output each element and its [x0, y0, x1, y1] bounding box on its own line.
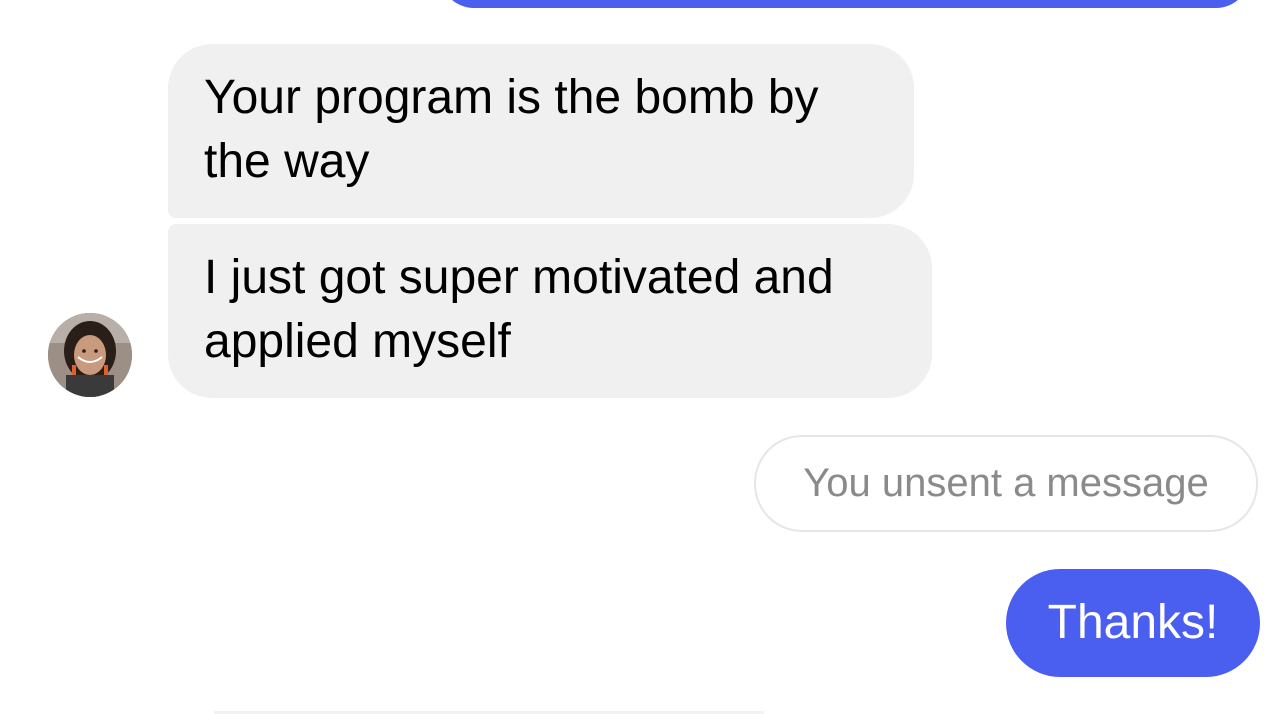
chat-thread: Your program is the bomb by the way I ju… [0, 0, 1284, 714]
unsent-message-notice: You unsent a message [754, 435, 1258, 532]
message-text: Your program is the bomb by the way [204, 71, 819, 188]
contact-avatar[interactable] [48, 313, 132, 397]
incoming-message-bubble[interactable]: Your program is the bomb by the way [168, 44, 914, 218]
outgoing-message-bubble-partial[interactable] [440, 0, 1250, 8]
avatar-photo-icon [48, 313, 132, 397]
message-text: Thanks! [1047, 596, 1219, 649]
outgoing-message-bubble[interactable]: Thanks! [1006, 569, 1260, 677]
incoming-message-bubble[interactable]: I just got super motivated and applied m… [168, 224, 932, 398]
message-text: I just got super motivated and applied m… [204, 251, 834, 368]
